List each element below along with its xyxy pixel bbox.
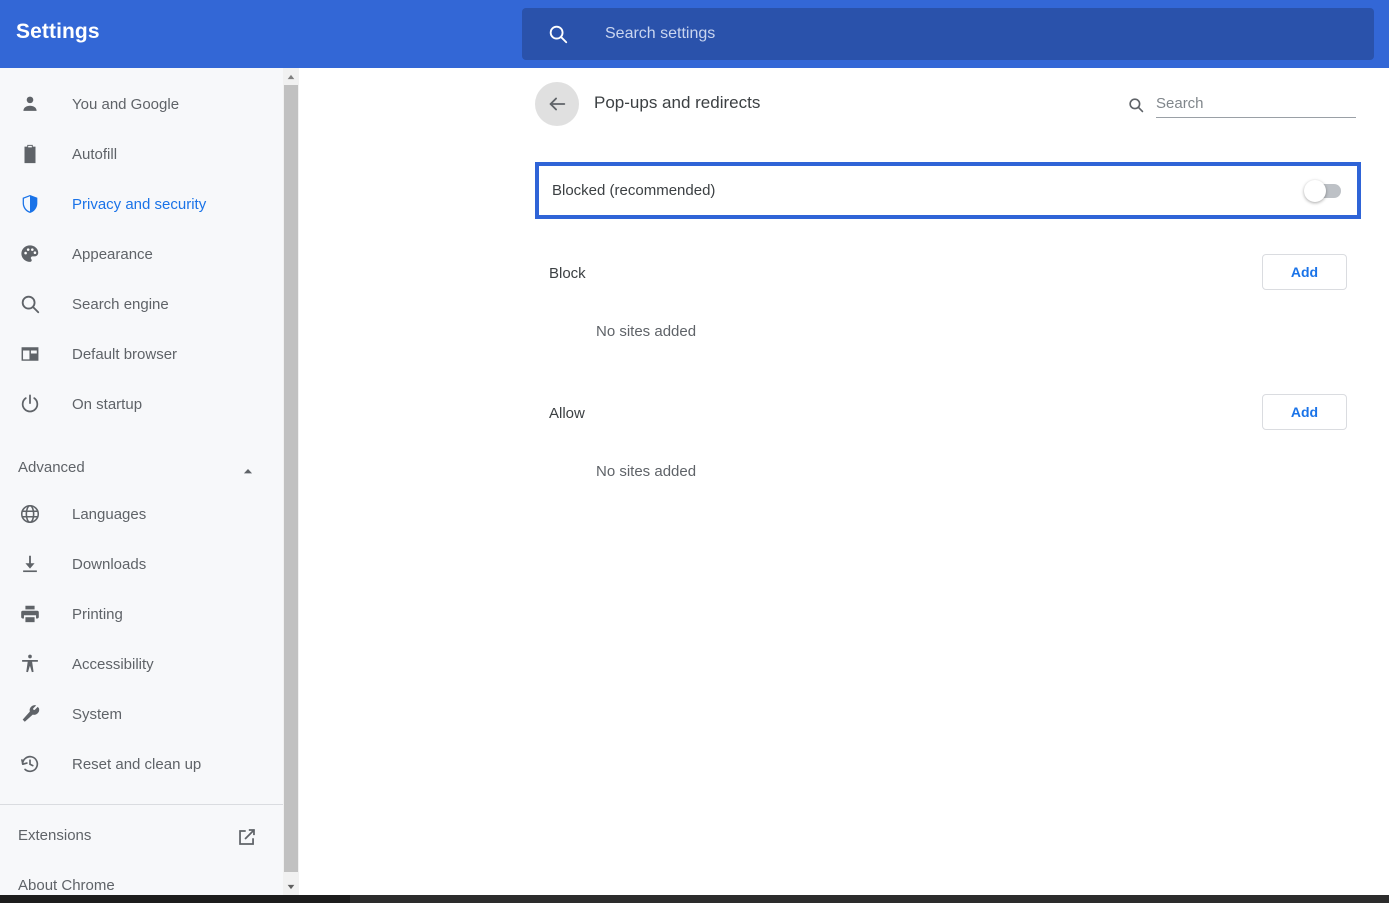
- sidebar-item-label: On startup: [72, 395, 143, 413]
- search-icon: [18, 292, 42, 316]
- horizontal-scrollbar-thumb[interactable]: [0, 895, 350, 903]
- sidebar-item-label: System: [72, 705, 123, 723]
- horizontal-scrollbar[interactable]: [0, 895, 1389, 903]
- settings-sidebar: You and Google Autofill Privacy and secu…: [0, 68, 283, 895]
- search-icon: [1126, 95, 1146, 115]
- horizontal-scrollbar-track[interactable]: [350, 895, 1389, 903]
- sidebar-item-on-startup[interactable]: On startup: [0, 379, 283, 429]
- history-restore-icon: [18, 752, 42, 776]
- main-content-card: Pop-ups and redirects Blocked (recommend…: [522, 68, 1374, 895]
- download-icon: [18, 552, 42, 576]
- sidebar-item-search-engine[interactable]: Search engine: [0, 279, 283, 329]
- sidebar-item-autofill[interactable]: Autofill: [0, 129, 283, 179]
- sidebar-item-label: Accessibility: [72, 655, 154, 673]
- back-button[interactable]: [535, 82, 579, 126]
- sidebar-item-label: Default browser: [72, 345, 178, 363]
- sidebar-scrollbar[interactable]: [283, 68, 299, 895]
- block-empty-text: No sites added: [596, 323, 697, 340]
- allow-empty-text: No sites added: [596, 463, 697, 480]
- sidebar-item-label: Privacy and security: [72, 195, 207, 213]
- sidebar-advanced-label: Advanced: [18, 459, 85, 476]
- block-add-button[interactable]: Add: [1262, 254, 1347, 290]
- sidebar-divider: [0, 804, 283, 805]
- content-page-title: Pop-ups and redirects: [594, 93, 761, 112]
- allow-section-title: Allow: [549, 405, 585, 422]
- blocked-setting-highlight: Blocked (recommended): [535, 162, 1361, 219]
- printer-icon: [18, 602, 42, 626]
- sidebar-item-label: You and Google: [72, 95, 180, 113]
- accessibility-icon: [18, 652, 42, 676]
- content-header: Pop-ups and redirects: [522, 68, 1374, 142]
- wrench-icon: [18, 702, 42, 726]
- block-section-title: Block: [549, 265, 586, 282]
- sidebar-item-privacy-and-security[interactable]: Privacy and security: [0, 179, 283, 229]
- sidebar-item-appearance[interactable]: Appearance: [0, 229, 283, 279]
- blocked-setting-row[interactable]: Blocked (recommended): [539, 166, 1357, 215]
- back-arrow-icon: [546, 93, 568, 115]
- sidebar-item-label: Extensions: [18, 827, 92, 844]
- sidebar-item-system[interactable]: System: [0, 689, 283, 739]
- sidebar-item-you-and-google[interactable]: You and Google: [0, 79, 283, 129]
- sidebar-item-label: Autofill: [72, 145, 118, 163]
- settings-header-bar: Settings Search settings: [0, 0, 1389, 68]
- scroll-down-arrow-icon[interactable]: [283, 878, 299, 895]
- open-in-new-icon: [236, 826, 258, 848]
- sidebar-item-reset-and-clean-up[interactable]: Reset and clean up: [0, 739, 283, 789]
- sidebar-item-default-browser[interactable]: Default browser: [0, 329, 283, 379]
- sidebar-item-extensions[interactable]: Extensions: [0, 813, 283, 863]
- toggle-knob: [1304, 179, 1326, 202]
- palette-icon: [18, 242, 42, 266]
- scrollbar-thumb[interactable]: [284, 85, 298, 872]
- sidebar-item-label: Downloads: [72, 555, 147, 573]
- globe-icon: [18, 502, 42, 526]
- blocked-toggle-switch[interactable]: [1304, 179, 1341, 202]
- sidebar-item-printing[interactable]: Printing: [0, 589, 283, 639]
- sidebar-item-label: Search engine: [72, 295, 169, 313]
- shield-icon: [18, 192, 42, 216]
- sidebar-item-label: Reset and clean up: [72, 755, 202, 773]
- sidebar-item-label: Appearance: [72, 245, 153, 263]
- chevron-up-icon: [238, 461, 258, 481]
- content-search: [1126, 90, 1356, 122]
- allow-section: Allow Add No sites added: [522, 383, 1374, 523]
- allow-add-button[interactable]: Add: [1262, 394, 1347, 430]
- global-search-placeholder: Search settings: [605, 25, 716, 42]
- sidebar-item-label: Languages: [72, 505, 147, 523]
- sidebar-item-label: Printing: [72, 605, 123, 623]
- browser-window-icon: [18, 342, 42, 366]
- scroll-up-arrow-icon[interactable]: [283, 68, 299, 85]
- sidebar-item-about-chrome[interactable]: About Chrome: [0, 863, 283, 895]
- search-input[interactable]: [1156, 90, 1356, 118]
- block-section: Block Add No sites added: [522, 243, 1374, 383]
- sidebar-item-accessibility[interactable]: Accessibility: [0, 639, 283, 689]
- sidebar-item-label: About Chrome: [18, 877, 115, 894]
- page-title: Settings: [16, 20, 100, 43]
- power-icon: [18, 392, 42, 416]
- sidebar-item-languages[interactable]: Languages: [0, 489, 283, 539]
- content-gutter: [299, 68, 522, 895]
- sidebar-item-downloads[interactable]: Downloads: [0, 539, 283, 589]
- blocked-setting-label: Blocked (recommended): [552, 182, 716, 199]
- person-icon: [18, 92, 42, 116]
- search-icon: [546, 22, 570, 46]
- global-search-box[interactable]: Search settings: [522, 8, 1374, 60]
- clipboard-icon: [18, 142, 42, 166]
